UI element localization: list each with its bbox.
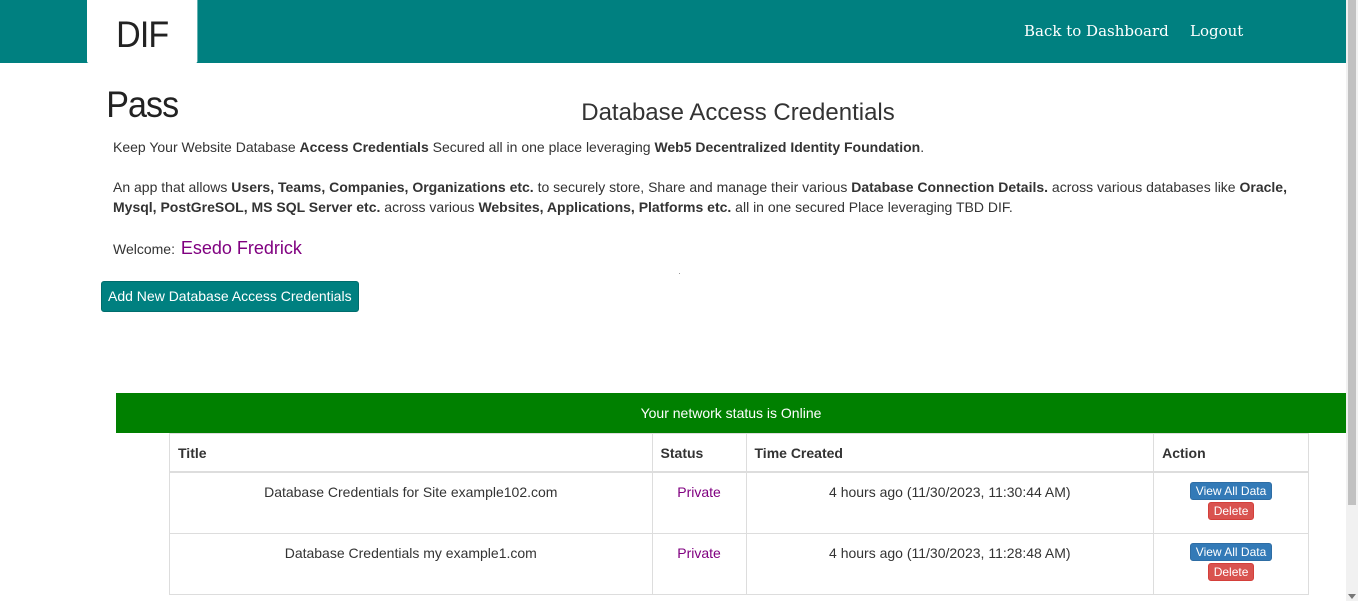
intro2-text-b: Users, Teams, Companies, Organizations e… — [231, 179, 534, 195]
user-name: Esedo Fredrick — [180, 238, 302, 258]
table-row: Database Credentials my example1.com Pri… — [169, 532, 1309, 595]
welcome-line: Welcome: Esedo Fredrick — [113, 238, 302, 259]
divider-dot — [679, 273, 680, 274]
logo[interactable]: DIF Pass — [87, 0, 198, 125]
table-header-row: Title Status Time Created Action — [169, 433, 1309, 473]
column-header-title: Title — [169, 433, 653, 473]
intro-paragraph-2: An app that allows Users, Teams, Compani… — [113, 177, 1333, 217]
intro2-text-h: Websites, Applications, Platforms etc. — [478, 199, 732, 215]
row-actions: View All Data Delete — [1153, 471, 1309, 534]
row-status: Private — [651, 471, 747, 534]
vertical-scrollbar[interactable] — [1346, 0, 1358, 601]
intro1-text-e: . — [920, 139, 925, 155]
table-row: Database Credentials for Site example102… — [169, 471, 1309, 534]
column-header-time-created: Time Created — [745, 433, 1155, 473]
intro1-text-d: Web5 Decentralized Identity Foundation — [654, 139, 921, 155]
row-status: Private — [651, 532, 747, 595]
page-title: Database Access Credentials — [581, 99, 895, 126]
network-status-banner: Your network status is Online — [116, 393, 1346, 433]
intro2-text-a: An app that allows — [113, 179, 232, 195]
view-all-data-button[interactable]: View All Data — [1189, 482, 1273, 500]
row-time-created: 4 hours ago (11/30/2023, 11:30:44 AM) — [745, 471, 1155, 534]
intro1-text-c: Secured all in one place leveraging — [428, 139, 655, 155]
row-title: Database Credentials my example1.com — [169, 532, 653, 595]
intro2-text-c: to securely store, Share and manage thei… — [533, 179, 852, 195]
intro1-text-b: Access Credentials — [299, 139, 429, 155]
intro2-text-i: all in one secured Place leveraging TBD … — [731, 199, 1013, 215]
row-title: Database Credentials for Site example102… — [169, 471, 653, 534]
column-header-action: Action — [1153, 433, 1309, 473]
row-time-created: 4 hours ago (11/30/2023, 11:28:48 AM) — [745, 532, 1155, 595]
column-header-status: Status — [651, 433, 747, 473]
delete-button[interactable]: Delete — [1207, 562, 1255, 581]
welcome-label: Welcome: — [113, 241, 175, 257]
intro1-text-a: Keep Your Website Database — [113, 139, 300, 155]
top-navbar: DIF Pass Back to Dashboard Logout — [0, 0, 1346, 125]
scroll-down-arrow-icon[interactable] — [1348, 594, 1356, 599]
add-credentials-button[interactable]: Add New Database Access Credentials — [101, 281, 359, 312]
delete-button[interactable]: Delete — [1207, 502, 1255, 520]
scrollbar-thumb[interactable] — [1348, 0, 1356, 505]
credentials-table: Title Status Time Created Action Databas… — [169, 433, 1309, 595]
row-actions: View All Data Delete — [1153, 532, 1309, 595]
logout-link[interactable]: Logout — [1190, 22, 1243, 40]
back-to-dashboard-link[interactable]: Back to Dashboard — [1024, 22, 1169, 40]
intro2-text-g: across various — [380, 199, 479, 215]
view-all-data-button[interactable]: View All Data — [1189, 542, 1273, 561]
intro2-text-d: Database Connection Details. — [851, 179, 1049, 195]
intro-paragraph-1: Keep Your Website Database Access Creden… — [113, 137, 1333, 157]
intro2-text-e: across various databases like — [1048, 179, 1240, 195]
